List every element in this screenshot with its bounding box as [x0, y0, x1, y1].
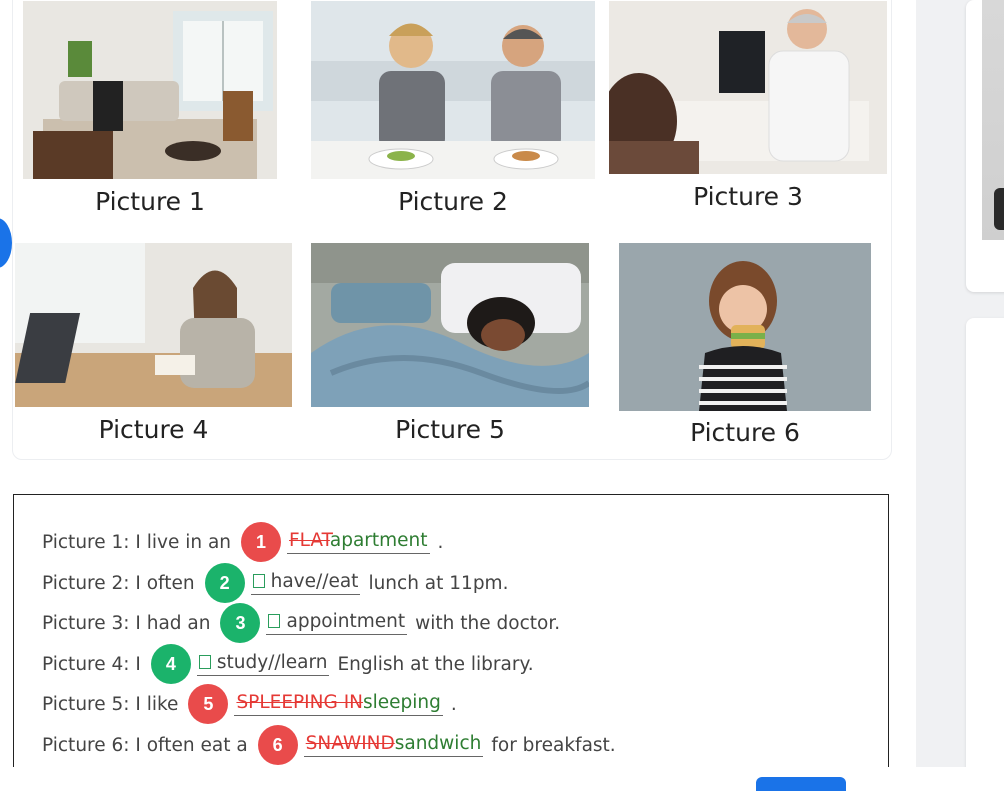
picture-2-image: [311, 1, 595, 179]
answer-2-badge: 2: [204, 563, 245, 603]
picture-grid-card: Picture 1 Picture 2 Picture 3 Picture 4 …: [12, 0, 892, 460]
line-2-suffix: lunch at 11pm.: [368, 572, 509, 594]
primary-button[interactable]: [756, 777, 846, 791]
line-6-suffix: for breakfast.: [491, 734, 616, 756]
line-2-prefix: Picture 2: I often: [42, 572, 195, 594]
checkbox-icon: [198, 655, 211, 669]
picture-3-caption: Picture 3: [693, 182, 803, 211]
exercise-line-4: Picture 4: I 4 study//learn English at t…: [42, 644, 534, 684]
answer-3-text: appointment: [286, 611, 406, 632]
line-5-suffix: .: [450, 693, 457, 715]
answer-1-correct: apartment: [329, 530, 428, 551]
checkbox-icon: [252, 574, 265, 588]
line-6-prefix: Picture 6: I often eat a: [42, 734, 248, 756]
picture-5-image: [311, 243, 589, 407]
right-side-card: [966, 318, 1004, 778]
answer-3-badge: 3: [220, 603, 261, 643]
picture-4-caption: Picture 4: [98, 415, 209, 444]
line-3-prefix: Picture 3: I had an: [42, 612, 211, 634]
picture-6-image: [619, 243, 871, 411]
answer-4-badge: 4: [150, 644, 191, 684]
picture-6-caption: Picture 6: [690, 418, 800, 447]
line-4-suffix: English at the library.: [337, 653, 534, 675]
exercise-line-2: Picture 2: I often 2 have//eat lunch at …: [42, 563, 508, 603]
exercise-line-3: Picture 3: I had an 3 appointment with t…: [42, 603, 560, 643]
line-1-suffix: .: [437, 531, 444, 553]
worksheet-page: Picture 1 Picture 2 Picture 3 Picture 4 …: [0, 0, 1004, 791]
picture-5-caption: Picture 5: [395, 415, 505, 444]
side-handle-dot[interactable]: [0, 218, 12, 268]
exercise-line-6: Picture 6: I often eat a 6 SNAWINDsandwi…: [42, 725, 616, 765]
line-1-prefix: Picture 1: I live in an: [42, 531, 232, 553]
preview-control-button[interactable]: [994, 188, 1004, 230]
answer-6-field[interactable]: SNAWINDsandwich: [303, 733, 484, 757]
answer-4-text: study//learn: [216, 652, 328, 673]
picture-1-caption: Picture 1: [95, 187, 205, 216]
answer-5-wrong: SPLEEPING IN: [236, 692, 363, 713]
answer-6-correct: sandwich: [394, 733, 482, 754]
bottom-toolbar: [0, 767, 1004, 791]
picture-4-image: [15, 243, 292, 407]
right-preview-card: [966, 0, 1004, 292]
answer-6-badge: 6: [257, 725, 298, 765]
line-5-prefix: Picture 5: I like: [42, 693, 179, 715]
exercise-line-1: Picture 1: I live in an 1 FLATapartment …: [42, 522, 443, 562]
picture-1-image: [23, 1, 277, 179]
line-4-prefix: Picture 4: I: [42, 653, 141, 675]
picture-3-image: [609, 1, 887, 174]
answer-4-field[interactable]: study//learn: [196, 652, 330, 676]
answer-2-field[interactable]: have//eat: [250, 571, 361, 595]
answer-5-correct: sleeping: [362, 692, 441, 713]
answer-1-wrong: FLAT: [289, 530, 330, 551]
line-3-suffix: with the doctor.: [415, 612, 561, 634]
fill-in-exercise: Picture 1: I live in an 1 FLATapartment …: [13, 494, 889, 784]
picture-2-caption: Picture 2: [398, 187, 508, 216]
answer-5-badge: 5: [188, 684, 229, 724]
answer-2-text: have//eat: [270, 571, 359, 592]
exercise-line-5: Picture 5: I like 5 SPLEEPING INsleeping…: [42, 684, 457, 724]
answer-1-badge: 1: [241, 522, 282, 562]
answer-3-field[interactable]: appointment: [266, 611, 408, 635]
answer-6-wrong: SNAWIND: [305, 733, 395, 754]
checkbox-icon: [268, 614, 281, 628]
answer-5-field[interactable]: SPLEEPING INsleeping: [234, 692, 443, 716]
answer-1-field[interactable]: FLATapartment: [287, 530, 430, 554]
